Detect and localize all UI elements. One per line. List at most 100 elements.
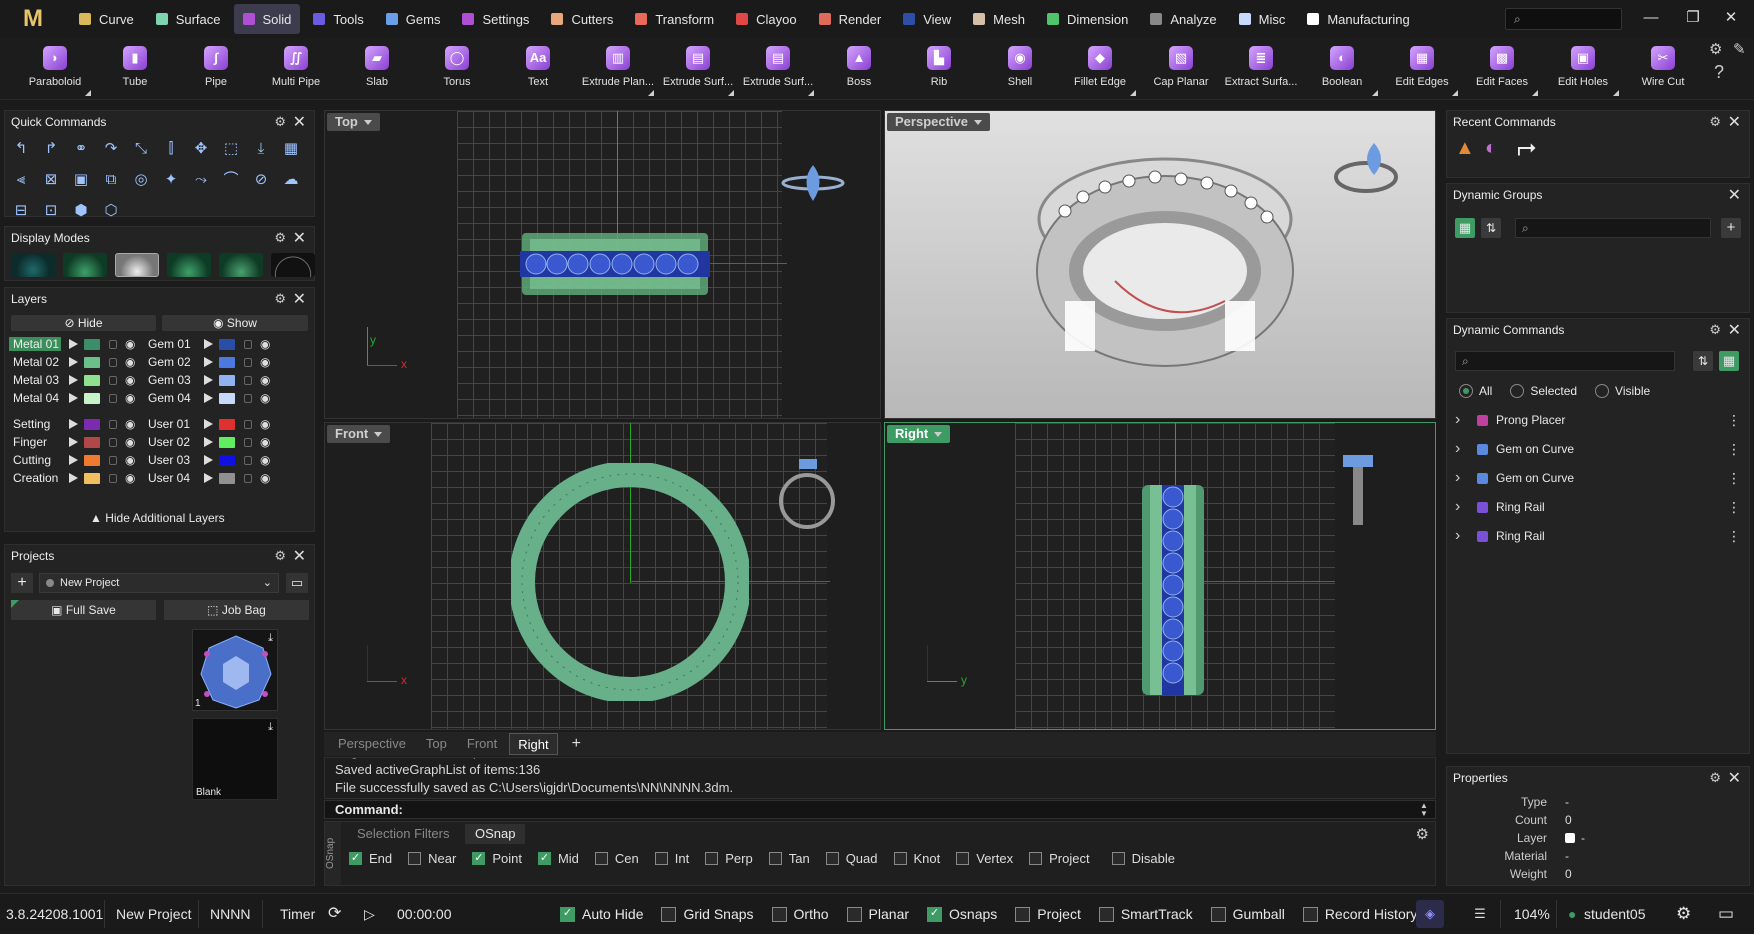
menu-tab-tools[interactable]: Tools	[304, 4, 372, 34]
eye-icon[interactable]: ◉	[125, 391, 135, 405]
boss-command-icon[interactable]: ▲	[1455, 137, 1475, 160]
eye-icon[interactable]: ◉	[260, 435, 270, 449]
flyout-arrow-icon[interactable]	[1130, 90, 1136, 96]
quick-command-icon[interactable]: ⊘	[251, 170, 271, 190]
close-icon[interactable]: ✕	[1728, 185, 1741, 205]
chevron-right-icon[interactable]: ›	[1455, 411, 1467, 429]
toggle-auto-hide[interactable]: ✓ Auto Hide	[560, 906, 643, 922]
osnap-disable[interactable]: Disable	[1111, 851, 1175, 866]
flyout-arrow-icon[interactable]	[648, 90, 654, 96]
eye-icon[interactable]: ◉	[260, 337, 270, 351]
viewport-front-label[interactable]: Front	[327, 425, 391, 443]
folder-icon[interactable]: ▭	[286, 573, 308, 593]
chevron-right-icon[interactable]: ›	[1455, 527, 1467, 545]
checkbox[interactable]	[1029, 852, 1043, 865]
reset-icon[interactable]: ⟳	[328, 894, 341, 934]
more-options-icon[interactable]: ⋮	[1727, 528, 1741, 545]
job-bag-button[interactable]: ⬚ Job Bag	[164, 600, 309, 620]
menu-tab-dimension[interactable]: Dimension	[1038, 4, 1137, 34]
layer-row[interactable]: Creation ◉	[9, 469, 135, 487]
more-options-icon[interactable]: ⋮	[1727, 412, 1741, 429]
dynamic-command-item[interactable]: › Prong Placer ⋮	[1447, 407, 1749, 433]
close-icon[interactable]: ✕	[1728, 320, 1741, 340]
sort-icon[interactable]: ⇅	[1693, 351, 1713, 371]
osnap-quad[interactable]: Quad	[825, 851, 878, 866]
viewport-top[interactable]: y x Top	[324, 110, 881, 419]
tool-extrude-surf-[interactable]: ▤ Extrude Surf...	[658, 42, 738, 98]
layer-row[interactable]: Cutting ◉	[9, 451, 135, 469]
tool-multi-pipe[interactable]: ∬ Multi Pipe	[256, 42, 336, 98]
layer-row[interactable]: Gem 01 ◉	[144, 335, 270, 353]
quick-command-icon[interactable]: ⫷	[11, 170, 31, 190]
osnap-end[interactable]: ✓ End	[349, 851, 392, 866]
scroll-arrows-icon[interactable]: ▲ ▼	[1420, 802, 1434, 818]
zoom-level[interactable]: 104%	[1514, 894, 1550, 934]
eye-icon[interactable]: ◉	[125, 417, 135, 431]
osnap-near[interactable]: Near	[408, 851, 456, 866]
toggle-smarttrack[interactable]: SmartTrack	[1098, 906, 1193, 922]
quick-command-icon[interactable]: ⤡	[131, 139, 151, 159]
checkbox[interactable]: ✓	[472, 852, 486, 865]
tab-osnap[interactable]: OSnap	[465, 824, 526, 844]
more-options-icon[interactable]: ⋮	[1727, 441, 1741, 458]
filter-all[interactable]: All	[1459, 384, 1492, 398]
gear-icon[interactable]: ⚙	[274, 114, 286, 130]
layer-color-swatch[interactable]	[84, 418, 100, 430]
lock-icon[interactable]	[109, 437, 117, 447]
quick-command-icon[interactable]: ↷	[101, 139, 121, 159]
chevron-right-icon[interactable]: ›	[1455, 440, 1467, 458]
tab-right[interactable]: Right	[509, 733, 558, 755]
checkbox[interactable]	[661, 906, 677, 922]
gear-icon[interactable]: ⚙	[274, 548, 286, 564]
menu-tab-analyze[interactable]: Analyze	[1141, 4, 1225, 34]
play-icon[interactable]	[69, 473, 78, 483]
layer-color-swatch[interactable]	[219, 454, 235, 466]
gear-icon[interactable]: ⚙	[1709, 114, 1721, 130]
lock-icon[interactable]	[109, 455, 117, 465]
layer-row[interactable]: Gem 03 ◉	[144, 371, 270, 389]
layer-row[interactable]: Metal 04 ◉	[9, 389, 135, 407]
layer-color-swatch[interactable]	[219, 436, 235, 448]
menu-tab-view[interactable]: View	[894, 4, 960, 34]
quick-command-icon[interactable]: ◎	[131, 170, 151, 190]
gear-icon[interactable]: ⚙	[1709, 322, 1721, 338]
checkbox[interactable]: ✓	[560, 906, 575, 922]
flyout-arrow-icon[interactable]	[1452, 90, 1458, 96]
chat-icon[interactable]: ▭	[1718, 894, 1734, 934]
play-icon[interactable]	[204, 473, 213, 483]
layer-row[interactable]: Finger ◉	[9, 433, 135, 451]
toggle-record-history[interactable]: Record History	[1302, 906, 1417, 922]
quick-command-icon[interactable]: ↰	[11, 139, 31, 159]
user-name[interactable]: student05	[1584, 894, 1646, 934]
flyout-arrow-icon[interactable]	[85, 90, 91, 96]
menu-tab-clayoo[interactable]: Clayoo	[727, 4, 805, 34]
checkbox[interactable]	[893, 852, 907, 865]
tool-paraboloid[interactable]: ◗ Paraboloid	[15, 42, 95, 98]
layer-color-swatch[interactable]	[219, 356, 235, 368]
display-mode-ghosted[interactable]	[167, 253, 211, 277]
quick-command-icon[interactable]: ✦	[161, 170, 181, 190]
eye-icon[interactable]: ◉	[260, 373, 270, 387]
layer-row[interactable]: Setting ◉	[9, 415, 135, 433]
checkbox[interactable]	[1098, 906, 1114, 922]
radio-button[interactable]	[1459, 384, 1473, 398]
osnap-vertex[interactable]: Vertex	[956, 851, 1013, 866]
layer-color-swatch[interactable]	[219, 374, 235, 386]
layer-color-swatch[interactable]	[219, 418, 235, 430]
pin-icon[interactable]: ✎	[1733, 40, 1746, 58]
play-icon[interactable]	[204, 339, 213, 349]
toggle-grid-snaps[interactable]: Grid Snaps	[661, 906, 754, 922]
checkbox[interactable]: ✓	[927, 906, 943, 922]
osnap-cen[interactable]: Cen	[594, 851, 639, 866]
gear-icon[interactable]: ⚙	[1416, 825, 1429, 843]
save-thumbnail-icon[interactable]: ⤓	[268, 632, 273, 645]
flyout-arrow-icon[interactable]	[728, 90, 734, 96]
layer-color-swatch[interactable]	[219, 472, 235, 484]
eye-icon[interactable]: ◉	[125, 453, 135, 467]
checkbox[interactable]	[1111, 852, 1125, 865]
checkbox[interactable]	[654, 852, 668, 865]
eye-icon[interactable]: ◉	[125, 355, 135, 369]
osnap-mid[interactable]: ✓ Mid	[537, 851, 579, 866]
checkbox[interactable]	[846, 906, 862, 922]
menu-tab-settings[interactable]: Settings	[453, 4, 538, 34]
